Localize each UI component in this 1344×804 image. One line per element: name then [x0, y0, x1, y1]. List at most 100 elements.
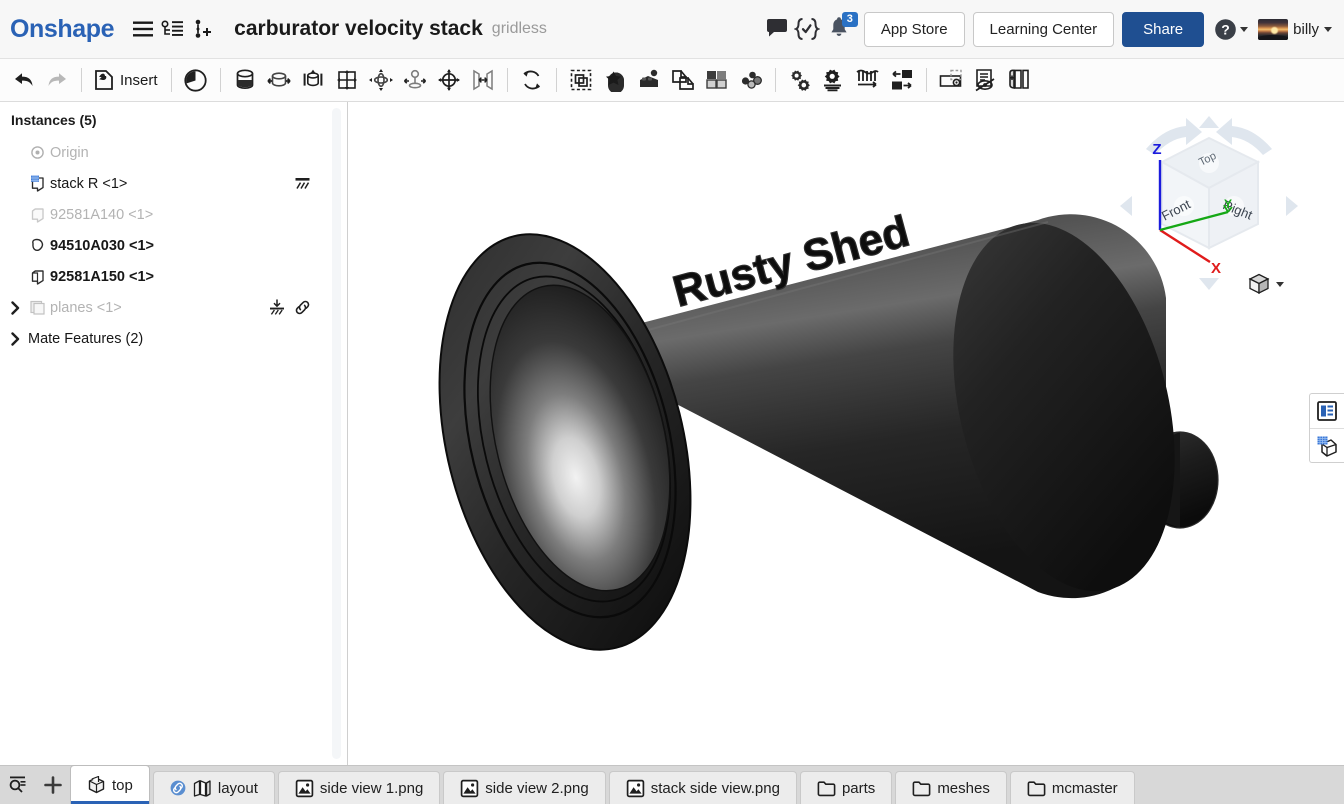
svg-text:?: ?: [1221, 21, 1230, 37]
toolbar-separator: [555, 68, 557, 92]
slider-mate-icon[interactable]: [296, 63, 330, 97]
graphics-viewport[interactable]: Rusty Shed Top Front Right Z X Y: [348, 102, 1344, 765]
transform-icon[interactable]: [515, 63, 549, 97]
add-version-icon[interactable]: [188, 13, 218, 45]
tree-item-planes[interactable]: planes <1>: [0, 292, 347, 323]
planar-mate-icon[interactable]: [330, 63, 364, 97]
help-question-icon: ?: [1215, 18, 1236, 40]
copy-part-icon[interactable]: [666, 63, 700, 97]
display-state-icon[interactable]: [934, 63, 968, 97]
section-view-icon[interactable]: [1002, 63, 1036, 97]
spring-icon[interactable]: [851, 63, 885, 97]
assembly-cube-icon: [87, 775, 106, 795]
washer-part-icon: [24, 236, 50, 255]
tab-label: top: [112, 776, 133, 794]
image-icon: [460, 779, 479, 798]
image-icon: [295, 779, 314, 798]
tab-label: parts: [841, 779, 876, 797]
fix-component-icon[interactable]: [228, 63, 262, 97]
tab-label: stack side view.png: [650, 779, 780, 797]
expand-planes-chevron-icon[interactable]: [6, 300, 24, 315]
tree-item-mate-features[interactable]: Mate Features (2): [0, 323, 347, 354]
tab-side-view-2[interactable]: side view 2.png: [443, 771, 606, 804]
chevron-down-icon: [1240, 26, 1249, 32]
share-button[interactable]: Share: [1122, 11, 1205, 47]
add-tab-icon[interactable]: [35, 765, 70, 804]
tree-item-origin[interactable]: Origin: [0, 137, 347, 168]
comment-icon[interactable]: [762, 13, 792, 45]
tab-stack-side-view[interactable]: stack side view.png: [608, 771, 797, 804]
link-icon[interactable]: [294, 299, 311, 316]
sketch-cube-icon[interactable]: [1310, 428, 1344, 462]
replicate-icon[interactable]: [632, 63, 666, 97]
tab-meshes[interactable]: meshes: [895, 771, 1007, 804]
tree-item-94510a030[interactable]: 94510A030 <1>: [0, 230, 347, 261]
ball-mate-icon[interactable]: [364, 63, 398, 97]
learning-center-button[interactable]: Learning Center: [972, 11, 1115, 47]
part-icon: [24, 267, 50, 286]
cylindrical-mate-icon[interactable]: [432, 63, 466, 97]
sidebar-scrollbar[interactable]: [332, 108, 341, 759]
revolute-mate-icon[interactable]: [262, 63, 296, 97]
tab-search-icon[interactable]: [0, 765, 35, 804]
document-tree-icon[interactable]: [158, 13, 188, 45]
tab-layout[interactable]: layout: [152, 771, 275, 804]
avatar: [1258, 18, 1289, 40]
part-sketch-icon: [24, 174, 50, 193]
tree-item-92581a150[interactable]: 92581A150 <1>: [0, 261, 347, 292]
onshape-app: Onshape carburator velocity stack gridle…: [0, 0, 1344, 804]
tab-label: side view 2.png: [485, 779, 589, 797]
parallel-mate-icon[interactable]: [466, 63, 500, 97]
grounded-icon[interactable]: [268, 299, 286, 316]
tree-item-92581a140[interactable]: 92581A140 <1>: [0, 199, 347, 230]
notification-bell-icon[interactable]: 3: [822, 12, 858, 46]
planes-icon: [24, 299, 50, 316]
document-subtitle: gridless: [491, 20, 547, 37]
toolbar-separator: [81, 68, 82, 92]
insert-label: Insert: [120, 71, 158, 89]
insert-button[interactable]: Insert: [89, 63, 164, 97]
mate-connector-icon[interactable]: [598, 63, 632, 97]
tab-side-view-1[interactable]: side view 1.png: [277, 771, 441, 804]
link-icon: [170, 780, 186, 796]
document-tabbar: top layout side view 1.png side view 2.p…: [0, 765, 1344, 804]
hamburger-icon[interactable]: [128, 13, 158, 45]
braces-check-icon[interactable]: [792, 13, 822, 45]
toolbar-separator: [219, 68, 221, 92]
group-icon[interactable]: [564, 63, 598, 97]
toolbar-separator: [774, 68, 776, 92]
tree-item-stack-r[interactable]: stack R <1>: [0, 168, 347, 199]
tab-mcmaster[interactable]: mcmaster: [1009, 771, 1135, 804]
tab-parts[interactable]: parts: [799, 771, 893, 804]
row-actions: [294, 176, 311, 191]
fixed-icon[interactable]: [294, 176, 311, 191]
exploded-view-icon[interactable]: [734, 63, 768, 97]
view-cube[interactable]: Top Front Right Z X Y: [1116, 114, 1302, 300]
tree-item-label: 92581A150 <1>: [50, 268, 155, 285]
toolbar-separator: [506, 68, 508, 92]
redo-icon[interactable]: [40, 63, 74, 97]
pin-slot-mate-icon[interactable]: [398, 63, 432, 97]
tree-item-label: 92581A140 <1>: [50, 206, 154, 223]
configure-gears-icon[interactable]: [783, 63, 817, 97]
part-studio-icon: [192, 779, 212, 798]
app-store-button[interactable]: App Store: [863, 11, 965, 47]
expand-mate-features-chevron-icon[interactable]: [6, 331, 24, 346]
app-header: Onshape carburator velocity stack gridle…: [0, 0, 1344, 59]
history-clock-icon[interactable]: [179, 63, 213, 97]
assembly-toolbar: Insert: [0, 59, 1344, 102]
hide-show-icon[interactable]: [968, 63, 1002, 97]
assembly-pattern-icon[interactable]: [700, 63, 734, 97]
help-menu[interactable]: ?: [1214, 18, 1249, 41]
panel-list-icon[interactable]: [1310, 394, 1344, 428]
undo-icon[interactable]: [6, 63, 40, 97]
onshape-logo[interactable]: Onshape: [10, 15, 115, 44]
tab-label: mcmaster: [1051, 779, 1118, 797]
move-instance-icon[interactable]: [885, 63, 919, 97]
tab-label: side view 1.png: [319, 779, 424, 797]
tab-top[interactable]: top: [70, 765, 150, 804]
gear-settings-icon[interactable]: [817, 63, 851, 97]
user-menu[interactable]: billy: [1258, 18, 1332, 40]
view-orientation-menu[interactable]: [1247, 272, 1284, 296]
tab-label: meshes: [937, 779, 990, 797]
